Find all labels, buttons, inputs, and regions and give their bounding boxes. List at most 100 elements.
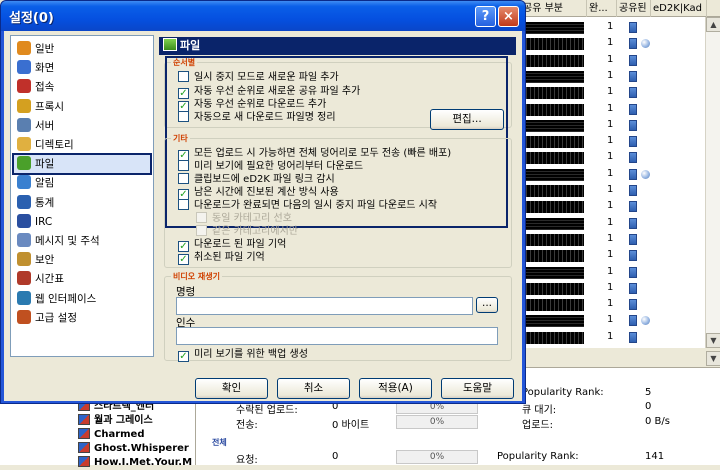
table-row[interactable]: 1 [521,134,720,150]
scroll-up-icon[interactable]: ▲ [706,17,720,32]
shared-icon [629,185,637,196]
table-row[interactable]: 1 [521,199,720,215]
nav-item[interactable]: 일반 [14,40,150,58]
progress-bar [523,136,584,149]
checkbox-box[interactable] [178,173,189,184]
complete-count: 1 [607,330,614,342]
table-row[interactable]: 1 [521,150,720,166]
column-header-complete[interactable]: 완... [587,0,617,17]
popularity-rank-value: 5 [645,387,652,398]
checkbox-full-chunk-transfer[interactable]: ✓ 모든 업로드 시 가능하면 전체 덩어리로 모두 전송 (빠른 배포) [178,147,451,161]
list-header: 공유 부분 완... 공유된 eD2K|Kad [521,0,720,17]
nav-item[interactable]: 화면 [14,59,150,77]
table-row[interactable]: 1 [521,265,720,281]
checkbox-start-next-paused[interactable]: 다운로드가 완료되면 다음의 일시 중지 파일 다운로드 시작 [178,199,437,212]
column-header-shared-parts[interactable]: 공유 부분 [521,0,587,17]
pane-toggle-icon[interactable]: ▼ [706,351,720,366]
nav-item[interactable]: 파일 [12,153,152,176]
advanced-icon [17,309,31,324]
tree-item[interactable]: How.I.Met.Your.M [78,456,192,470]
table-row[interactable]: 1 [521,183,720,199]
nav-item[interactable]: 메시지 및 주석 [14,232,150,250]
checkbox-remember-downloaded[interactable]: ✓ 다운로드 된 파일 기억 [178,238,286,252]
checkbox-box[interactable] [178,199,189,210]
cancel-button[interactable]: 취소 [277,378,350,399]
table-row[interactable]: 1 [521,216,720,232]
table-row[interactable]: 1 [521,85,720,101]
complete-count: 1 [607,135,614,147]
table-row[interactable]: 1 [521,102,720,118]
progress-bar [523,38,584,51]
help-title-button[interactable]: ? [475,6,496,27]
table-row[interactable]: 1 [521,281,720,297]
shared-icon [629,119,637,131]
shared-icon [629,201,637,213]
command-field[interactable] [176,297,473,315]
nav-item[interactable]: 접속 [14,78,150,96]
nav-item[interactable]: 고급 설정 [14,309,150,327]
upload-value: 0 B/s [645,416,670,427]
complete-count: 1 [607,281,614,293]
transferred-bar: 0% [396,415,478,429]
checkbox-watch-clipboard[interactable]: 클립보드에 eD2K 파일 링크 감시 [178,173,335,186]
checkbox-add-paused[interactable]: 일시 중지 모드로 새로운 파일 추가 [178,71,339,84]
checkbox-box[interactable] [178,160,189,171]
ok-button[interactable]: 확인 [195,378,268,399]
column-header-shared[interactable]: 공유된 [617,0,651,17]
complete-count: 1 [607,69,614,81]
table-row[interactable]: 1 [521,53,720,69]
title-bar[interactable]: 설정(0) ? × [1,1,525,31]
nav-item[interactable]: 프록시 [14,98,150,116]
checkbox-box[interactable] [178,71,189,82]
nav-item[interactable]: 통계 [14,194,150,212]
tree-item[interactable]: Charmed [78,428,145,442]
table-row[interactable]: 1 [521,248,720,264]
close-button[interactable]: × [498,6,519,27]
nav-item[interactable]: 디렉토리 [14,136,150,154]
nav-item[interactable]: 웹 인터페이스 [14,290,150,308]
scroll-down-icon[interactable]: ▼ [706,333,720,348]
table-row[interactable]: 1 [521,36,720,52]
complete-count: 1 [607,232,614,244]
category-tree[interactable]: 스타트렉_엔터 월과 그레이스 Charmed Ghost.Whisperer … [0,400,196,468]
checkbox-box[interactable]: ✓ [178,351,189,362]
shared-icon [629,233,637,245]
table-row[interactable]: 1 [521,167,720,183]
help-button[interactable]: 도움말 [441,378,514,399]
checkbox-advanced-time-calc[interactable]: ✓ 남은 시간에 진보된 계산 방식 사용 [178,186,339,200]
checkbox-auto-priority-download[interactable]: ✓ 자동 우선 순위로 다운로드 추가 [178,98,326,112]
browse-button[interactable]: ... [476,297,498,313]
shared-icon [629,168,637,180]
tree-item[interactable]: 월과 그레이스 [78,414,153,428]
checkbox-preview-chunks-first[interactable]: 미리 보기에 필요한 덩어리부터 다운로드 [178,160,363,173]
checkbox-auto-priority-shared[interactable]: ✓ 자동 우선 순위로 새로운 공유 파일 추가 [178,85,360,99]
nav-item[interactable]: 알림 [14,174,150,192]
checkbox-box[interactable] [178,111,189,122]
table-row[interactable]: 1 [521,297,720,313]
arguments-field[interactable] [176,327,498,345]
edit-button[interactable]: 편집... [430,109,504,130]
nav-item[interactable]: IRC [14,213,150,231]
tree-item[interactable]: Ghost.Whisperer [78,442,189,456]
globe-icon [17,290,31,305]
table-row[interactable]: 1 [521,232,720,248]
table-row[interactable]: 1 [521,313,720,329]
table-row[interactable]: 1 [521,20,720,36]
table-row[interactable]: 1 [521,118,720,134]
column-header-ed2k-kad[interactable]: eD2K|Kad [651,0,707,17]
checkbox-preview-backup[interactable]: ✓ 미리 보기를 위한 백업 생성 [178,348,308,362]
checkbox-auto-clean-filename[interactable]: 자동으로 새 다운로드 파일명 정리 [178,111,336,124]
checkbox-remember-cancelled[interactable]: ✓ 취소된 파일 기억 [178,251,265,265]
nav-item[interactable]: 서버 [14,117,150,135]
list-vertical-scrollbar[interactable]: ▲ ▼ [705,17,720,348]
nav-item[interactable]: 보안 [14,251,150,269]
checkbox-box[interactable]: ✓ [178,254,189,265]
dialog-title: 설정(0) [9,11,54,26]
table-row[interactable]: 1 [521,69,720,85]
apply-button[interactable]: 적용(A) [359,378,432,399]
nav-item[interactable]: 시간표 [14,270,150,288]
table-row[interactable]: 1 [521,330,720,346]
settings-nav-list[interactable]: 일반 화면 접속프록시 서버 디렉토리 파일 알림통계 IRC 메시지 및 주석 보안 시간표웹 인… [10,35,154,357]
shared-icon [629,315,637,327]
shared-files-list[interactable]: 공유 부분 완... 공유된 eD2K|Kad 1 1 1 1 1 1 1 1 1 1 1 1 1 1 1 1… [520,0,720,348]
